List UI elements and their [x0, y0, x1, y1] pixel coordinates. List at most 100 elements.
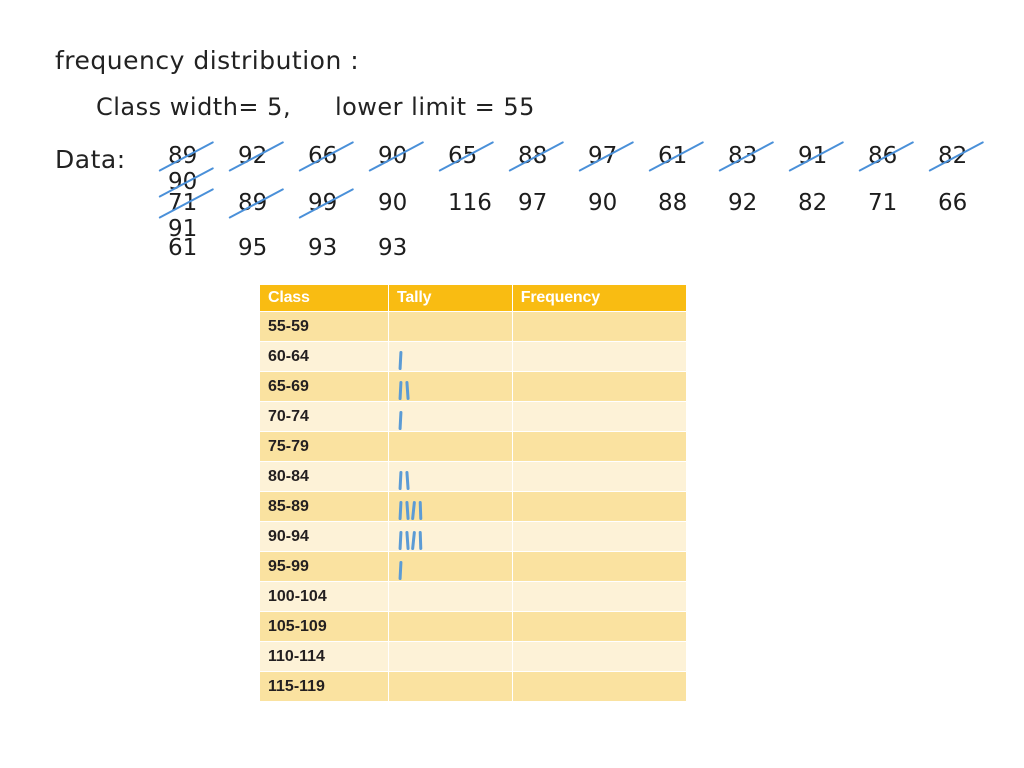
- tally-marks: [398, 559, 406, 581]
- cell-class: 75-79: [260, 432, 388, 461]
- data-value: 83: [728, 143, 798, 169]
- table-row: 115-119: [260, 672, 686, 701]
- data-values-row: 89 92 66 90 65 88 97 61 83 91 86 8290: [168, 143, 1024, 195]
- cell-tally[interactable]: [389, 342, 512, 371]
- tally-mark-icon: [398, 560, 403, 581]
- table-header-row: Class Tally Frequency: [260, 285, 686, 311]
- data-value: 97: [588, 143, 658, 169]
- cell-tally[interactable]: [389, 492, 512, 521]
- data-value: 61: [168, 235, 198, 261]
- frequency-distribution-table: Class Tally Frequency 55-59 60-64 65-69 70-…: [259, 284, 687, 702]
- cell-frequency[interactable]: [512, 342, 686, 371]
- data-value: 90: [378, 143, 448, 169]
- tally-marks: [398, 379, 412, 401]
- cell-frequency[interactable]: [512, 432, 686, 461]
- cell-frequency[interactable]: [512, 612, 686, 641]
- table-row: 65-69: [260, 372, 686, 401]
- tally-mark-icon: [398, 410, 403, 431]
- data-value: 71: [868, 190, 898, 216]
- data-value: 116: [448, 190, 492, 216]
- data-value: 71: [168, 190, 238, 216]
- tally-mark-icon: [418, 500, 422, 521]
- tally-mark-icon: [418, 530, 422, 551]
- table-row: 80-84: [260, 462, 686, 491]
- table-row: 90-94: [260, 522, 686, 551]
- notes-parameters-line: Class width= 5, lower limit = 55: [96, 93, 535, 121]
- tally-marks: [398, 349, 406, 371]
- data-value: 92: [238, 143, 308, 169]
- table-body: 55-59 60-64 65-69 70-74 75-79 80-84 85-89 90-94…: [260, 312, 686, 701]
- data-value: 61: [658, 143, 728, 169]
- data-value: 86: [868, 143, 938, 169]
- cell-tally[interactable]: [389, 462, 512, 491]
- cell-frequency[interactable]: [512, 372, 686, 401]
- data-value: 66: [308, 143, 378, 169]
- cell-class: 115-119: [260, 672, 388, 701]
- data-value: 82: [798, 190, 828, 216]
- data-value: 93: [378, 235, 408, 261]
- cell-frequency[interactable]: [512, 402, 686, 431]
- cell-frequency[interactable]: [512, 492, 686, 521]
- column-header-tally: Tally: [389, 285, 512, 311]
- tally-marks: [398, 499, 425, 521]
- table-row: 95-99: [260, 552, 686, 581]
- cell-frequency[interactable]: [512, 672, 686, 701]
- cell-tally[interactable]: [389, 372, 512, 401]
- tally-mark-icon: [404, 500, 409, 521]
- tally-mark-icon: [398, 530, 403, 551]
- cell-class: 80-84: [260, 462, 388, 491]
- tally-marks: [398, 409, 406, 431]
- data-values-row: 71 89 99 90 116 97 90 88 92 82 71 6691: [168, 190, 1024, 242]
- table-row: 75-79: [260, 432, 686, 461]
- data-value: 97: [518, 190, 548, 216]
- cell-frequency[interactable]: [512, 462, 686, 491]
- table-row: 110-114: [260, 642, 686, 671]
- tally-marks: [398, 529, 425, 551]
- data-value: 65: [448, 143, 518, 169]
- data-value: 89: [238, 190, 308, 216]
- table-row: 85-89: [260, 492, 686, 521]
- cell-frequency[interactable]: [512, 312, 686, 341]
- cell-tally[interactable]: [389, 642, 512, 671]
- data-value: 88: [518, 143, 588, 169]
- data-value: 82: [938, 143, 1008, 169]
- cell-class: 55-59: [260, 312, 388, 341]
- lower-limit-label: lower limit = 55: [334, 93, 535, 121]
- cell-tally[interactable]: [389, 582, 512, 611]
- table-row: 100-104: [260, 582, 686, 611]
- data-value: 88: [658, 190, 688, 216]
- cell-class: 60-64: [260, 342, 388, 371]
- tally-mark-icon: [398, 350, 403, 371]
- tally-mark-icon: [398, 380, 403, 401]
- table-row: 55-59: [260, 312, 686, 341]
- table-header: Class Tally Frequency: [260, 285, 686, 311]
- cell-class: 95-99: [260, 552, 388, 581]
- table-row: 105-109: [260, 612, 686, 641]
- column-header-frequency: Frequency: [512, 285, 686, 311]
- cell-tally[interactable]: [389, 612, 512, 641]
- data-value: 66: [938, 190, 968, 216]
- cell-tally[interactable]: [389, 312, 512, 341]
- cell-frequency[interactable]: [512, 522, 686, 551]
- data-label: Data:: [55, 145, 126, 174]
- cell-class: 105-109: [260, 612, 388, 641]
- cell-class: 100-104: [260, 582, 388, 611]
- cell-class: 70-74: [260, 402, 388, 431]
- data-value: 93: [308, 235, 338, 261]
- data-value: 89: [168, 143, 238, 169]
- data-value: 99: [308, 190, 378, 216]
- tally-mark-icon: [398, 500, 403, 521]
- tally-mark-icon: [398, 470, 403, 491]
- cell-tally[interactable]: [389, 552, 512, 581]
- cell-frequency[interactable]: [512, 552, 686, 581]
- class-width-label: Class width= 5: [96, 93, 283, 121]
- cell-frequency[interactable]: [512, 642, 686, 671]
- column-header-class: Class: [260, 285, 388, 311]
- cell-tally[interactable]: [389, 672, 512, 701]
- cell-tally[interactable]: [389, 432, 512, 461]
- cell-tally[interactable]: [389, 522, 512, 551]
- data-value: 95: [238, 235, 268, 261]
- cell-tally[interactable]: [389, 402, 512, 431]
- data-value: 92: [728, 190, 758, 216]
- cell-frequency[interactable]: [512, 582, 686, 611]
